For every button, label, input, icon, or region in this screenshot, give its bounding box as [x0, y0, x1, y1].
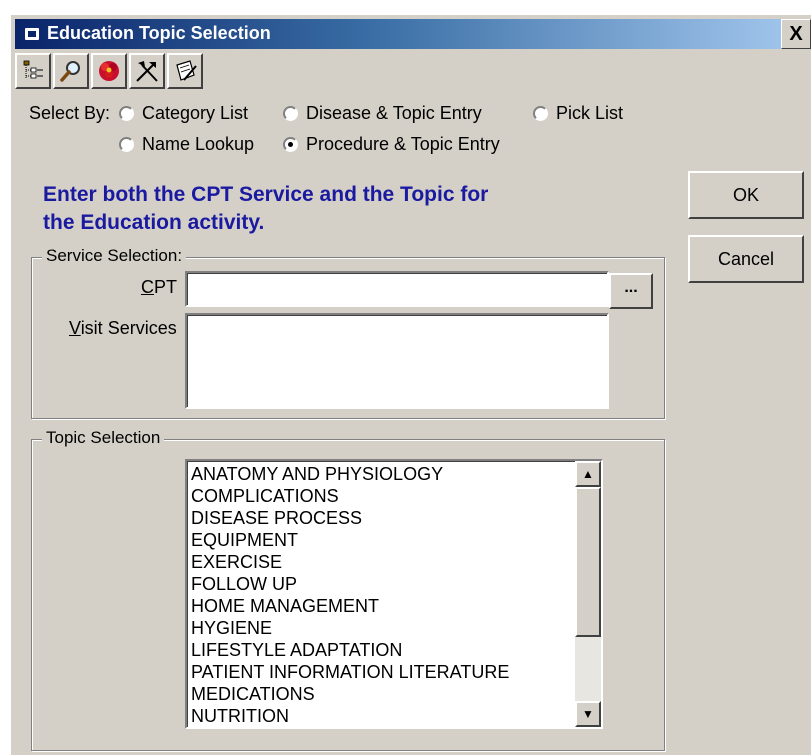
list-item[interactable]: HOME MANAGEMENT — [191, 595, 509, 617]
search-button[interactable] — [53, 53, 89, 89]
radio-circle — [119, 137, 134, 152]
list-item[interactable]: COMPLICATIONS — [191, 485, 509, 507]
topic-scrollbar[interactable]: ▲ ▼ — [575, 461, 601, 727]
list-item[interactable]: NUTRITION — [191, 705, 509, 727]
close-button[interactable]: X — [781, 19, 811, 49]
tree-list-icon — [23, 60, 43, 79]
visit-services-field[interactable] — [185, 313, 609, 409]
list-item[interactable]: EQUIPMENT — [191, 529, 509, 551]
radio-category-list[interactable]: Category List — [119, 103, 248, 124]
red-flower-icon — [99, 61, 119, 81]
cancel-button[interactable]: Cancel — [688, 235, 804, 283]
magnifier-search-icon — [60, 61, 80, 82]
tree-list-button[interactable] — [15, 53, 51, 89]
visit-label-rest: isit Services — [80, 318, 177, 338]
instruction-text: Enter both the CPT Service and the Topic… — [43, 181, 603, 237]
instruction-line-2: the Education activity. — [43, 211, 265, 234]
cpt-accel: C — [141, 277, 154, 297]
cpt-field[interactable] — [185, 271, 609, 307]
scroll-down-button[interactable]: ▼ — [575, 701, 601, 727]
visit-services-label: Visit Services — [69, 318, 177, 339]
radio-label: Category List — [142, 103, 249, 123]
tools-icon — [136, 61, 158, 82]
list-item[interactable]: EXERCISE — [191, 551, 509, 573]
radio-pick-list[interactable]: Pick List — [533, 103, 623, 124]
tools-button[interactable] — [129, 53, 165, 89]
select-by-label: Select By: — [29, 103, 111, 123]
radio-procedure-topic-entry[interactable]: Procedure & Topic Entry — [283, 134, 500, 155]
window-title: Education Topic Selection — [47, 23, 271, 43]
list-item[interactable]: MEDICATIONS — [191, 683, 509, 705]
instruction-line-1: Enter both the CPT Service and the Topic… — [43, 183, 489, 206]
title-bar: Education Topic Selection X — [15, 19, 811, 49]
visit-accel: V — [69, 318, 81, 338]
radio-disease-topic-entry[interactable]: Disease & Topic Entry — [283, 103, 482, 124]
cpt-lookup-button[interactable]: ... — [609, 273, 653, 309]
radio-label: Name Lookup — [142, 134, 255, 154]
list-item[interactable]: DISEASE PROCESS — [191, 507, 509, 529]
toolbar — [15, 53, 203, 91]
radio-label: Pick List — [556, 103, 624, 123]
list-item[interactable]: FOLLOW UP — [191, 573, 509, 595]
list-item[interactable]: LIFESTYLE ADAPTATION — [191, 639, 509, 661]
scroll-thumb[interactable] — [575, 487, 601, 637]
radio-circle — [119, 106, 134, 121]
cpt-label-rest: PT — [154, 277, 178, 297]
topic-list: ANATOMY AND PHYSIOLOGY COMPLICATIONS DIS… — [191, 463, 509, 727]
cpt-label: CPT — [141, 277, 177, 298]
notes-button[interactable] — [167, 53, 203, 89]
topic-selection-legend: Topic Selection — [42, 428, 165, 448]
radio-circle — [533, 106, 548, 121]
app-icon — [25, 28, 39, 40]
list-item[interactable]: ANATOMY AND PHYSIOLOGY — [191, 463, 509, 485]
service-selection-legend: Service Selection: — [42, 246, 187, 266]
topic-listbox[interactable]: ANATOMY AND PHYSIOLOGY COMPLICATIONS DIS… — [185, 459, 603, 729]
notepad-pencil-icon — [176, 60, 197, 81]
radio-label: Procedure & Topic Entry — [306, 134, 500, 154]
list-item[interactable]: PATIENT INFORMATION LITERATURE — [191, 661, 509, 683]
radio-label: Disease & Topic Entry — [306, 103, 482, 123]
flower-button[interactable] — [91, 53, 127, 89]
scroll-up-button[interactable]: ▲ — [575, 461, 601, 487]
radio-name-lookup[interactable]: Name Lookup — [119, 134, 254, 155]
list-item[interactable]: HYGIENE — [191, 617, 509, 639]
radio-circle — [283, 106, 298, 121]
radio-circle-checked — [283, 137, 298, 152]
ok-button[interactable]: OK — [688, 171, 804, 219]
education-topic-dialog: Education Topic Selection X Select By: C… — [10, 14, 811, 755]
